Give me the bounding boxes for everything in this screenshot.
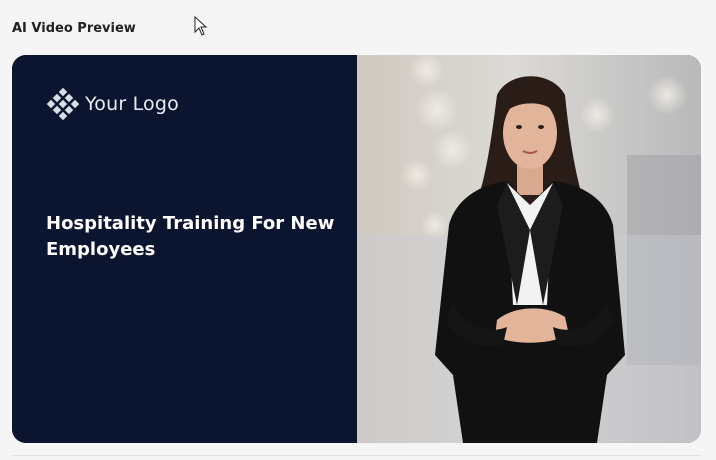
mouse-pointer-icon	[194, 16, 208, 36]
ai-presenter-image	[357, 55, 701, 443]
logo-text: Your Logo	[85, 93, 179, 115]
ai-video-preview-panel: AI Video Preview Your Logo Hospitality T…	[0, 0, 716, 460]
title-slide-panel: Your Logo Hospitality Training For New E…	[12, 55, 357, 443]
section-title: AI Video Preview	[12, 21, 136, 36]
presenter-panel	[357, 55, 701, 443]
divider	[12, 455, 701, 460]
brand-logo: Your Logo	[47, 88, 179, 120]
diamond-cluster-logo-icon	[47, 88, 79, 120]
video-title: Hospitality Training For New Employees	[46, 213, 335, 260]
video-preview-card[interactable]: Your Logo Hospitality Training For New E…	[12, 55, 701, 443]
